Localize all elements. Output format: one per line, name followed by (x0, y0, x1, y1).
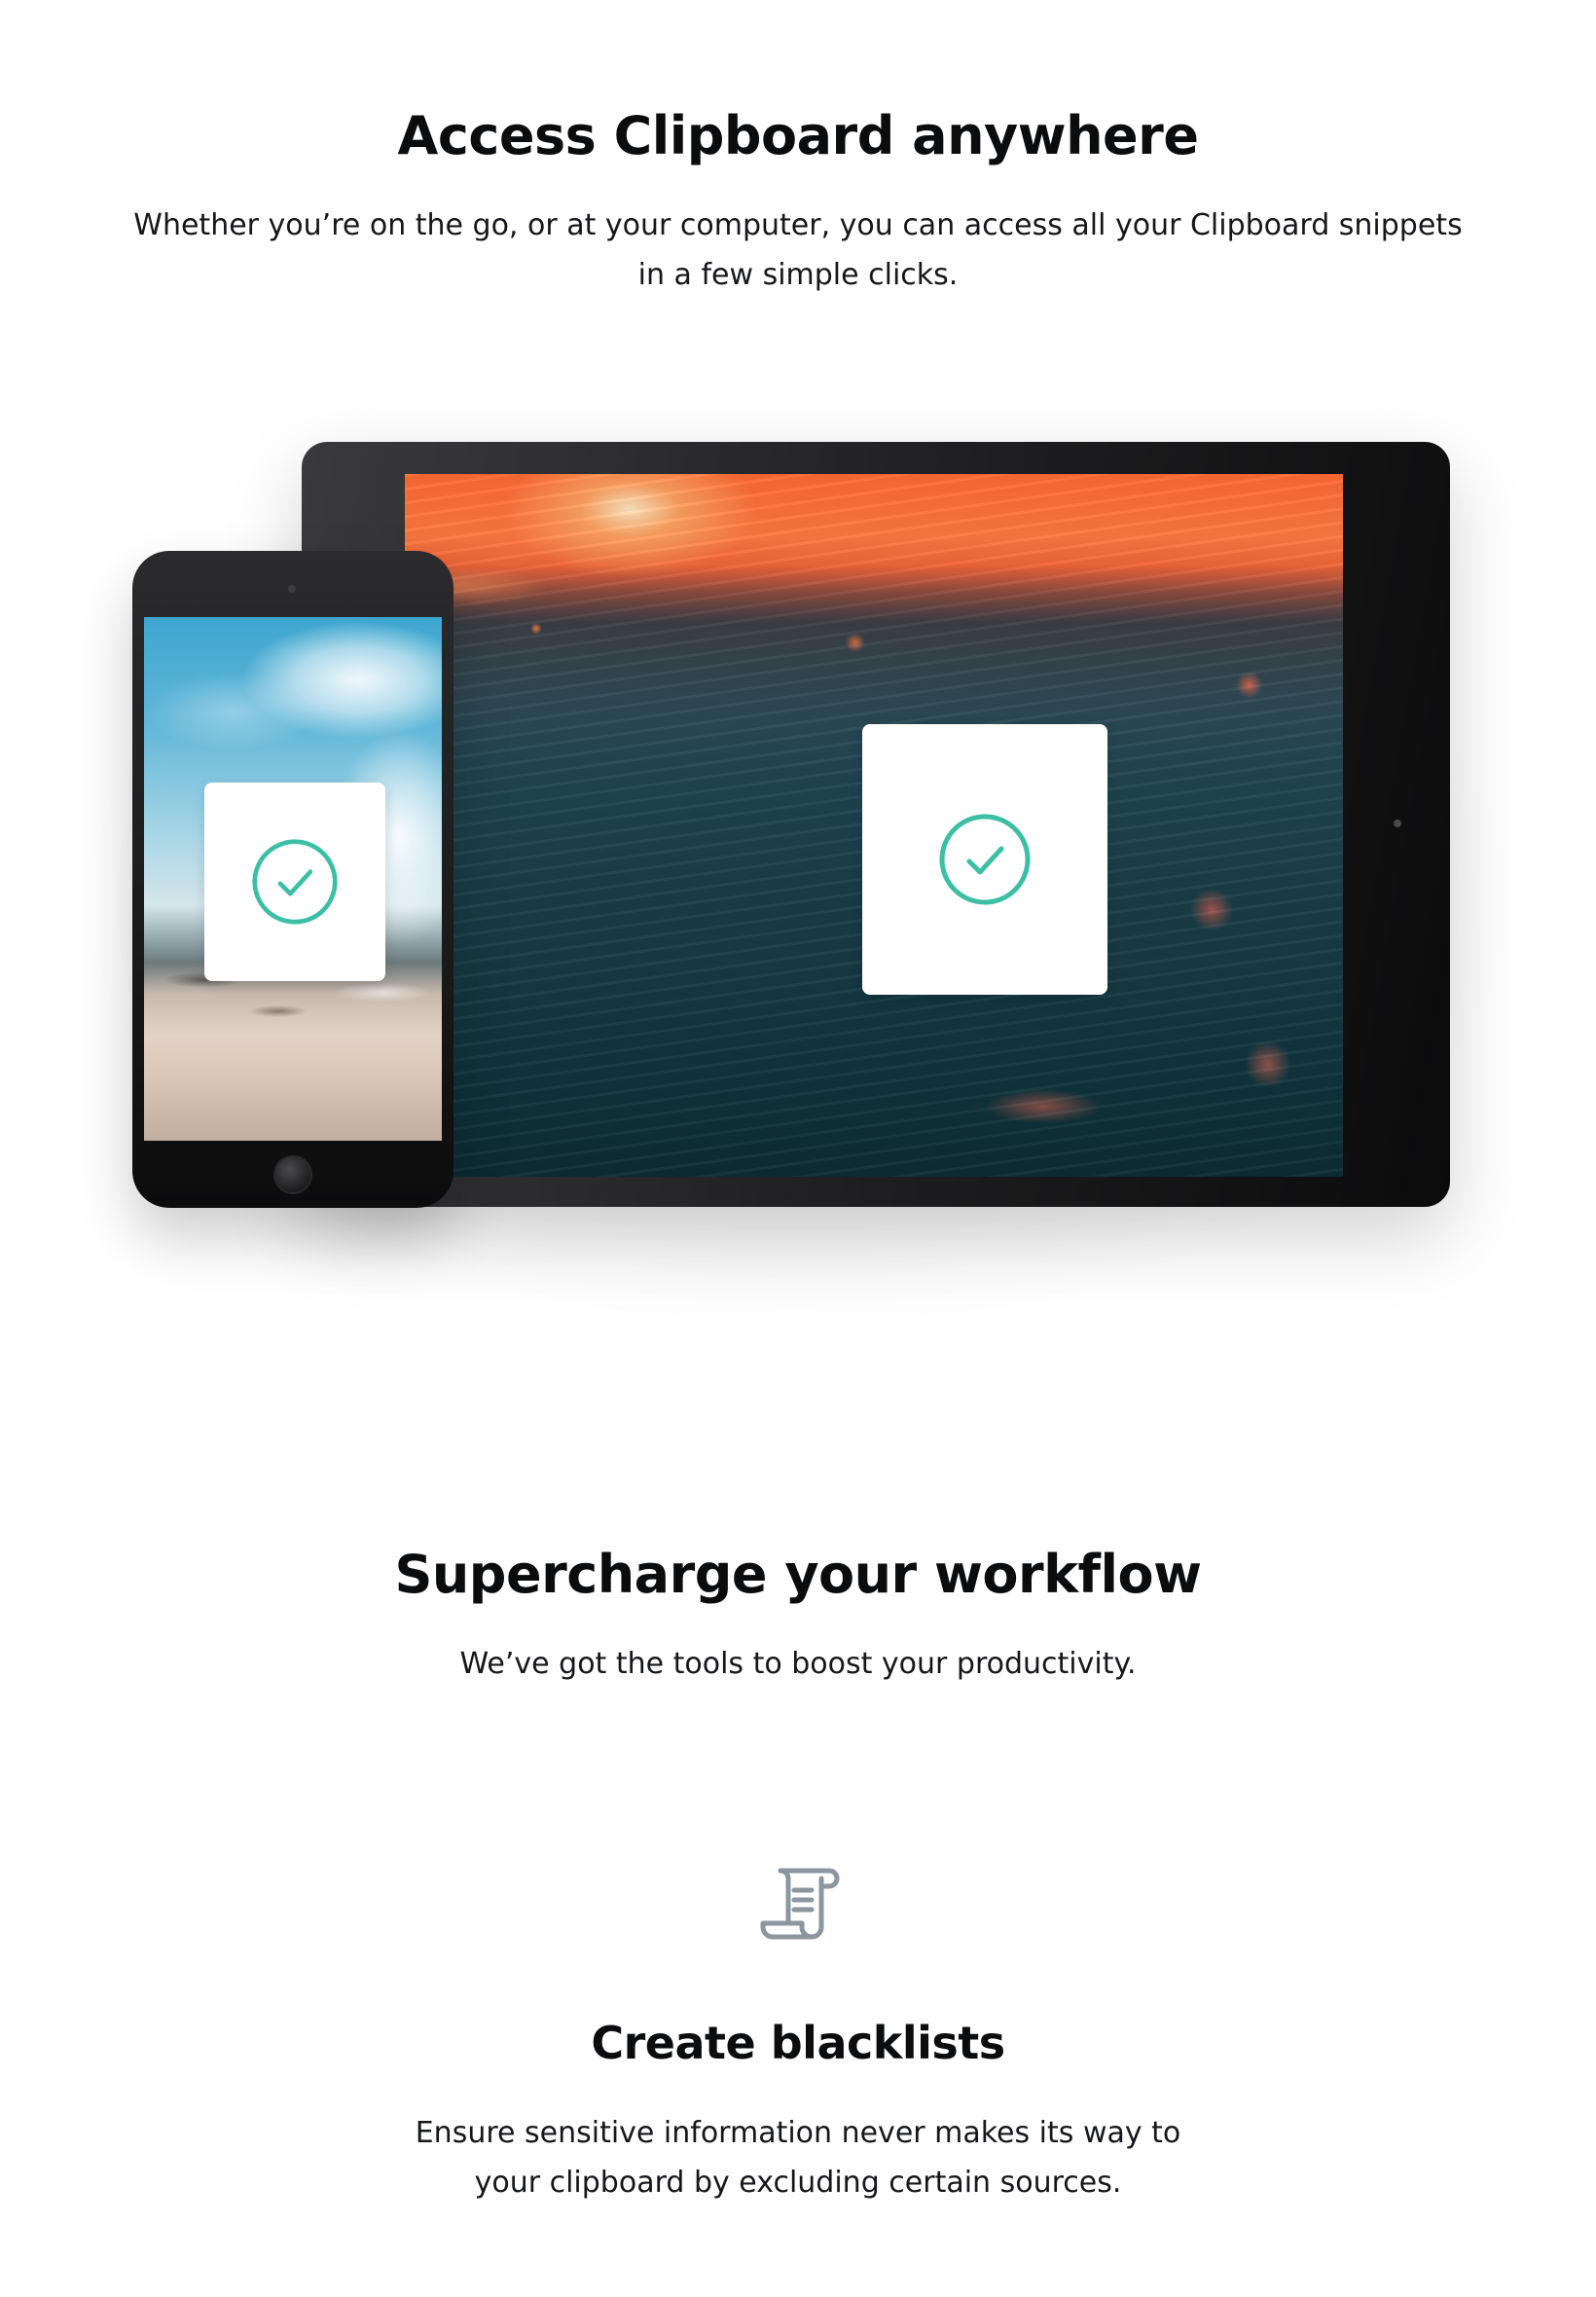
check-circle-icon (252, 839, 338, 925)
phone-speaker (288, 585, 296, 593)
tablet-camera (1394, 820, 1401, 827)
feature-description: Ensure sensitive information never makes… (415, 2116, 1181, 2200)
supercharge-description: We’ve got the tools to boost your produc… (459, 1647, 1137, 1681)
check-circle-icon (939, 814, 1031, 905)
feature-title: Create blacklists (591, 2017, 1005, 2069)
tablet-screen-sunset-image (405, 474, 1343, 1177)
phone-success-card (204, 783, 385, 981)
scroll-icon (760, 1868, 840, 1940)
access-anywhere-title: Access Clipboard anywhere (397, 105, 1199, 166)
supercharge-title: Supercharge your workflow (394, 1544, 1202, 1605)
tablet-device (302, 442, 1450, 1207)
phone-screen-beach-image (144, 617, 442, 1141)
phone-device (132, 551, 453, 1208)
phone-home-button (273, 1155, 312, 1194)
access-anywhere-description: Whether you’re on the go, or at your com… (133, 208, 1463, 292)
tablet-success-card (862, 724, 1107, 995)
